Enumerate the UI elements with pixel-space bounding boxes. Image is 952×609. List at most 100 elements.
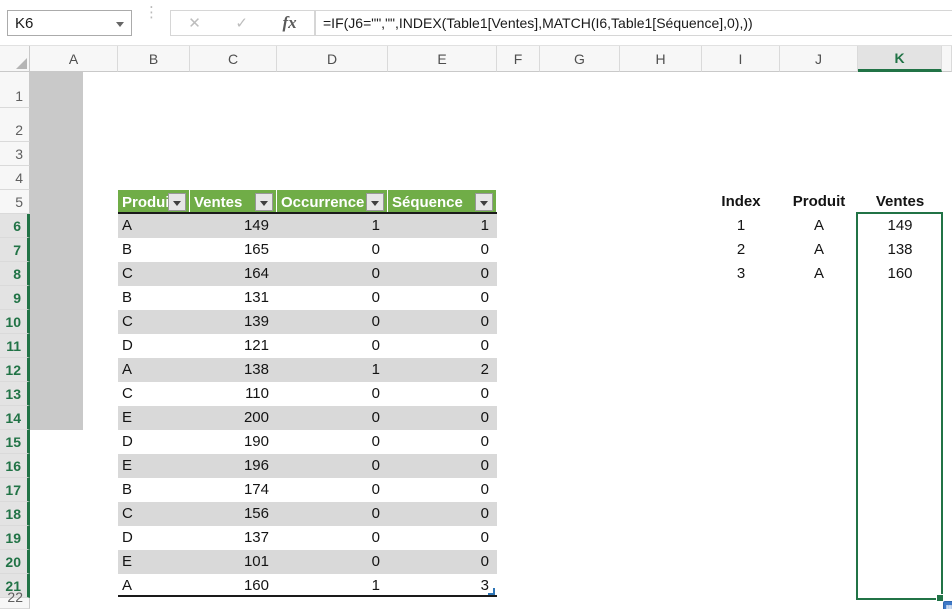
cell-E9[interactable]: 0 (388, 286, 497, 310)
cell-D8[interactable]: 0 (277, 262, 388, 286)
col-header-C[interactable]: C (190, 46, 277, 72)
row-header-1[interactable]: 1 (0, 72, 30, 108)
row-header-11[interactable]: 11 (0, 334, 30, 358)
subtitle-cell-A2[interactable] (38, 108, 458, 142)
cell-I8[interactable]: 3 (702, 262, 780, 286)
col-header-F[interactable]: F (497, 46, 540, 72)
row-header-7[interactable]: 7 (0, 238, 30, 262)
cell-E14[interactable]: 0 (388, 406, 497, 430)
cell-D17[interactable]: 0 (277, 478, 388, 502)
cell-J7[interactable]: A (780, 238, 858, 262)
row-header-3[interactable]: 3 (0, 142, 30, 166)
lookup-value-H5[interactable] (623, 190, 702, 214)
quick-analysis-button[interactable]: ▦ (943, 601, 952, 609)
cell-E19[interactable]: 0 (388, 526, 497, 550)
cell-B7[interactable]: B (118, 238, 190, 262)
col-header-G[interactable]: G (540, 46, 620, 72)
cell-E20[interactable]: 0 (388, 550, 497, 574)
cell-E11[interactable]: 0 (388, 334, 497, 358)
cancel-icon[interactable]: ✕ (188, 14, 201, 32)
cell-C18[interactable]: 156 (190, 502, 277, 526)
cell-J6[interactable]: A (780, 214, 858, 238)
cell-B13[interactable]: C (118, 382, 190, 406)
row-header-22[interactable]: 22 (0, 598, 30, 609)
filter-button-occurrence[interactable] (366, 193, 384, 211)
cell-C17[interactable]: 174 (190, 478, 277, 502)
cell-D11[interactable]: 0 (277, 334, 388, 358)
cell-B12[interactable]: A (118, 358, 190, 382)
cell-C8[interactable]: 164 (190, 262, 277, 286)
cell-J8[interactable]: A (780, 262, 858, 286)
table-header-occurrence[interactable]: Occurrence (277, 190, 388, 214)
cell-D13[interactable]: 0 (277, 382, 388, 406)
row-header-13[interactable]: 13 (0, 382, 30, 406)
cell-I7[interactable]: 2 (702, 238, 780, 262)
insert-function-icon[interactable]: fx (283, 13, 297, 33)
row-header-9[interactable]: 9 (0, 286, 30, 310)
cell-D19[interactable]: 0 (277, 526, 388, 550)
cell-B11[interactable]: D (118, 334, 190, 358)
cell-B6[interactable]: A (118, 214, 190, 238)
filter-button-produit[interactable] (168, 193, 186, 211)
cell-D15[interactable]: 0 (277, 430, 388, 454)
cell-B17[interactable]: B (118, 478, 190, 502)
cell-E16[interactable]: 0 (388, 454, 497, 478)
filter-button-ventes[interactable] (255, 193, 273, 211)
cell-B16[interactable]: E (118, 454, 190, 478)
cell-B20[interactable]: E (118, 550, 190, 574)
row-header-20[interactable]: 20 (0, 550, 30, 574)
table-header-produit[interactable]: Produit (118, 190, 190, 214)
lookup-label-G5[interactable] (545, 190, 620, 214)
cell-D7[interactable]: 0 (277, 238, 388, 262)
row-header-2[interactable]: 2 (0, 108, 30, 142)
row-header-19[interactable]: 19 (0, 526, 30, 550)
cell-C19[interactable]: 137 (190, 526, 277, 550)
name-box[interactable]: K6 (7, 10, 132, 36)
cell-C16[interactable]: 196 (190, 454, 277, 478)
cell-B9[interactable]: B (118, 286, 190, 310)
cell-E8[interactable]: 0 (388, 262, 497, 286)
cell-C20[interactable]: 101 (190, 550, 277, 574)
col-header-sliver[interactable] (942, 46, 952, 72)
row-header-10[interactable]: 10 (0, 310, 30, 334)
cell-E15[interactable]: 0 (388, 430, 497, 454)
row-header-5[interactable]: 5 (0, 190, 30, 214)
lookup-count-H6[interactable] (623, 214, 702, 238)
table-resize-handle[interactable] (488, 588, 495, 595)
row-header-18[interactable]: 18 (0, 502, 30, 526)
row-header-14[interactable]: 14 (0, 406, 30, 430)
cell-D10[interactable]: 0 (277, 310, 388, 334)
cell-E13[interactable]: 0 (388, 382, 497, 406)
cell-C7[interactable]: 165 (190, 238, 277, 262)
cell-E18[interactable]: 0 (388, 502, 497, 526)
cell-C15[interactable]: 190 (190, 430, 277, 454)
cell-C13[interactable]: 110 (190, 382, 277, 406)
filter-button-sequence[interactable] (475, 193, 493, 211)
col-header-D[interactable]: D (277, 46, 388, 72)
col-header-H[interactable]: H (620, 46, 702, 72)
table-header-ventes[interactable]: Ventes (190, 190, 277, 214)
cell-D20[interactable]: 0 (277, 550, 388, 574)
cell-C6[interactable]: 149 (190, 214, 277, 238)
select-all-corner[interactable] (0, 46, 30, 72)
cell-B18[interactable]: C (118, 502, 190, 526)
results-header-ventes[interactable]: Ventes (858, 190, 942, 214)
col-header-K[interactable]: K (858, 46, 942, 72)
cell-C9[interactable]: 131 (190, 286, 277, 310)
cell-B10[interactable]: C (118, 310, 190, 334)
cell-E17[interactable]: 0 (388, 478, 497, 502)
row-header-6[interactable]: 6 (0, 214, 30, 238)
results-header-produit[interactable]: Produit (780, 190, 858, 214)
cell-D18[interactable]: 0 (277, 502, 388, 526)
cell-C10[interactable]: 139 (190, 310, 277, 334)
cell-D16[interactable]: 0 (277, 454, 388, 478)
cell-B19[interactable]: D (118, 526, 190, 550)
results-header-index[interactable]: Index (702, 190, 780, 214)
col-header-I[interactable]: I (702, 46, 780, 72)
cell-B8[interactable]: C (118, 262, 190, 286)
cell-D9[interactable]: 0 (277, 286, 388, 310)
row-header-4[interactable]: 4 (0, 166, 30, 190)
cell-E6[interactable]: 1 (388, 214, 497, 238)
col-header-J[interactable]: J (780, 46, 858, 72)
cell-E7[interactable]: 0 (388, 238, 497, 262)
